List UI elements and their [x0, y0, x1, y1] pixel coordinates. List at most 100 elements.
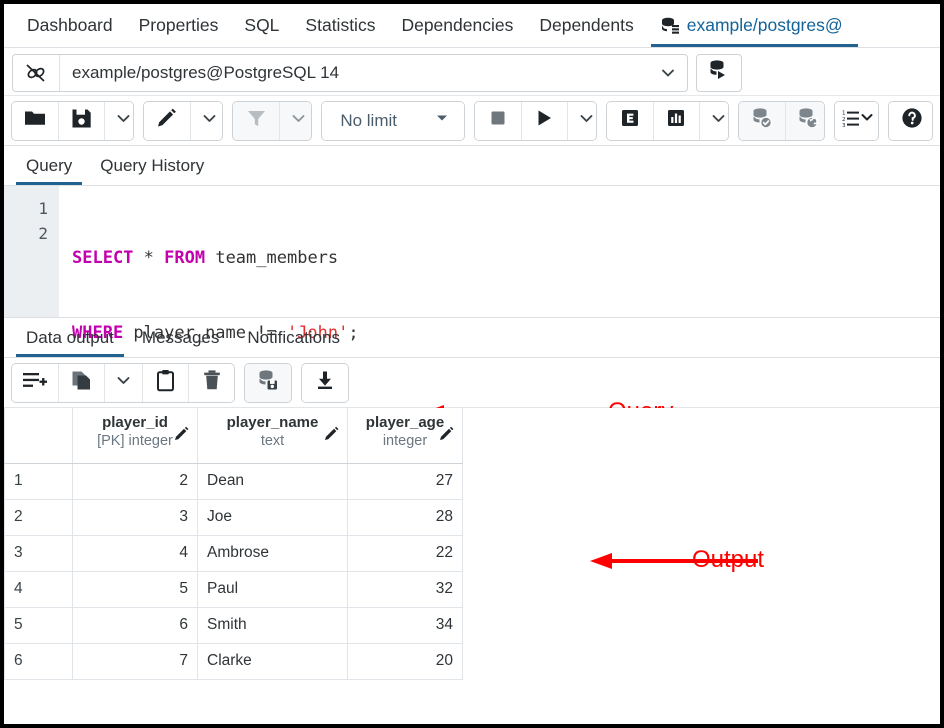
- cell-player-name[interactable]: Paul: [198, 571, 348, 607]
- execute-query-button[interactable]: [521, 102, 567, 140]
- table-row[interactable]: 6 7 Clarke 20: [5, 643, 463, 679]
- pencil-icon: [155, 107, 178, 135]
- tab-messages[interactable]: Messages: [128, 318, 233, 357]
- new-connection-button[interactable]: [696, 54, 742, 92]
- macros-button[interactable]: 1 2 3: [835, 102, 879, 140]
- pencil-icon[interactable]: [438, 425, 455, 447]
- cell-player-id[interactable]: 7: [73, 643, 198, 679]
- tab-sql[interactable]: SQL: [231, 4, 292, 47]
- table-row[interactable]: 4 5 Paul 32: [5, 571, 463, 607]
- tab-label: Query History: [100, 156, 204, 176]
- tab-properties[interactable]: Properties: [126, 4, 232, 47]
- help-button-group: [888, 101, 933, 141]
- row-number: 1: [5, 463, 73, 499]
- rownum-header: [5, 408, 73, 463]
- explain-button[interactable]: [607, 102, 653, 140]
- macros-button-group: 1 2 3: [834, 101, 879, 141]
- tab-query-tool[interactable]: example/postgres@: [647, 4, 856, 47]
- chevron-down-icon: [710, 110, 727, 132]
- database-rollback-icon: [796, 106, 820, 135]
- editor-line-numbers: 1 2: [4, 186, 59, 317]
- explain-analyze-button[interactable]: [653, 102, 699, 140]
- svg-text:2: 2: [842, 116, 846, 122]
- execute-dropdown[interactable]: [567, 102, 597, 140]
- cell-player-age[interactable]: 34: [348, 607, 463, 643]
- filter-dropdown[interactable]: [279, 102, 312, 140]
- cell-player-age[interactable]: 22: [348, 535, 463, 571]
- results-table: player_id [PK] integer player_name text: [4, 408, 463, 680]
- edit-dropdown[interactable]: [190, 102, 223, 140]
- stop-query-button[interactable]: [475, 102, 521, 140]
- add-row-icon: [22, 369, 48, 396]
- add-row-button[interactable]: [12, 364, 58, 402]
- sql-line-1: SELECT * FROM team_members: [72, 246, 940, 271]
- column-name: player_name: [207, 414, 338, 432]
- edit-button[interactable]: [144, 102, 190, 140]
- output-annotation-label: Output: [692, 546, 764, 574]
- cell-player-id[interactable]: 5: [73, 571, 198, 607]
- table-row[interactable]: 2 3 Joe 28: [5, 499, 463, 535]
- connection-value: example/postgres@PostgreSQL 14: [60, 55, 649, 91]
- cell-player-id[interactable]: 2: [73, 463, 198, 499]
- svg-text:3: 3: [842, 123, 846, 129]
- tab-query[interactable]: Query: [12, 146, 86, 185]
- tab-label: Dependents: [539, 15, 633, 36]
- column-header-player-id[interactable]: player_id [PK] integer: [73, 408, 198, 463]
- chevron-down-icon[interactable]: [649, 55, 687, 91]
- tab-label: Properties: [139, 15, 219, 36]
- cell-player-age[interactable]: 20: [348, 643, 463, 679]
- cell-player-name[interactable]: Joe: [198, 499, 348, 535]
- cell-player-age[interactable]: 28: [348, 499, 463, 535]
- connection-selector[interactable]: example/postgres@PostgreSQL 14: [12, 54, 688, 92]
- tab-dependencies[interactable]: Dependencies: [388, 4, 526, 47]
- save-file-dropdown[interactable]: [104, 102, 134, 140]
- tab-notifications[interactable]: Notifications: [233, 318, 354, 357]
- pencil-icon[interactable]: [323, 425, 340, 447]
- column-header-player-name[interactable]: player_name text: [198, 408, 348, 463]
- cell-player-id[interactable]: 6: [73, 607, 198, 643]
- save-file-button[interactable]: [58, 102, 104, 140]
- cell-player-name[interactable]: Dean: [198, 463, 348, 499]
- open-file-button[interactable]: [12, 102, 58, 140]
- table-row[interactable]: 5 6 Smith 34: [5, 607, 463, 643]
- filter-button[interactable]: [233, 102, 279, 140]
- explain-options-dropdown[interactable]: [699, 102, 729, 140]
- tab-statistics[interactable]: Statistics: [292, 4, 388, 47]
- sql-code-area[interactable]: SELECT * FROM team_members WHERE player_…: [59, 186, 940, 317]
- query-panel-tabs: Query Query History: [4, 146, 940, 186]
- help-button[interactable]: [889, 102, 933, 140]
- sql-token: *: [133, 248, 164, 268]
- cell-player-id[interactable]: 4: [73, 535, 198, 571]
- tab-label: Notifications: [247, 328, 340, 348]
- tab-label: SQL: [244, 15, 279, 36]
- pencil-icon[interactable]: [173, 425, 190, 447]
- table-header-row: player_id [PK] integer player_name text: [5, 408, 463, 463]
- results-grid-container[interactable]: player_id [PK] integer player_name text: [4, 408, 940, 706]
- tab-data-output[interactable]: Data output: [12, 318, 128, 357]
- folder-icon: [23, 106, 47, 135]
- row-limit-value: No limit: [340, 111, 397, 131]
- row-number: 2: [5, 499, 73, 535]
- database-connect-icon: [707, 58, 731, 87]
- table-row[interactable]: 1 2 Dean 27: [5, 463, 463, 499]
- cell-player-name[interactable]: Smith: [198, 607, 348, 643]
- tab-label: Data output: [26, 328, 114, 348]
- cell-player-name[interactable]: Clarke: [198, 643, 348, 679]
- tab-dashboard[interactable]: Dashboard: [14, 4, 126, 47]
- table-row[interactable]: 3 4 Ambrose 22: [5, 535, 463, 571]
- commit-button[interactable]: [739, 102, 785, 140]
- cell-player-age[interactable]: 32: [348, 571, 463, 607]
- cell-player-age[interactable]: 27: [348, 463, 463, 499]
- sql-token: FROM: [164, 248, 205, 268]
- tab-dependents[interactable]: Dependents: [526, 4, 646, 47]
- row-limit-select[interactable]: No limit: [322, 102, 463, 140]
- line-number: 1: [4, 196, 48, 221]
- rollback-button[interactable]: [785, 102, 826, 140]
- output-annotation-arrow: [588, 548, 768, 574]
- cell-player-name[interactable]: Ambrose: [198, 535, 348, 571]
- file-button-group: [11, 101, 134, 141]
- sql-editor[interactable]: 1 2 SELECT * FROM team_members WHERE pla…: [4, 186, 940, 318]
- tab-query-history[interactable]: Query History: [86, 146, 218, 185]
- cell-player-id[interactable]: 3: [73, 499, 198, 535]
- column-header-player-age[interactable]: player_age integer: [348, 408, 463, 463]
